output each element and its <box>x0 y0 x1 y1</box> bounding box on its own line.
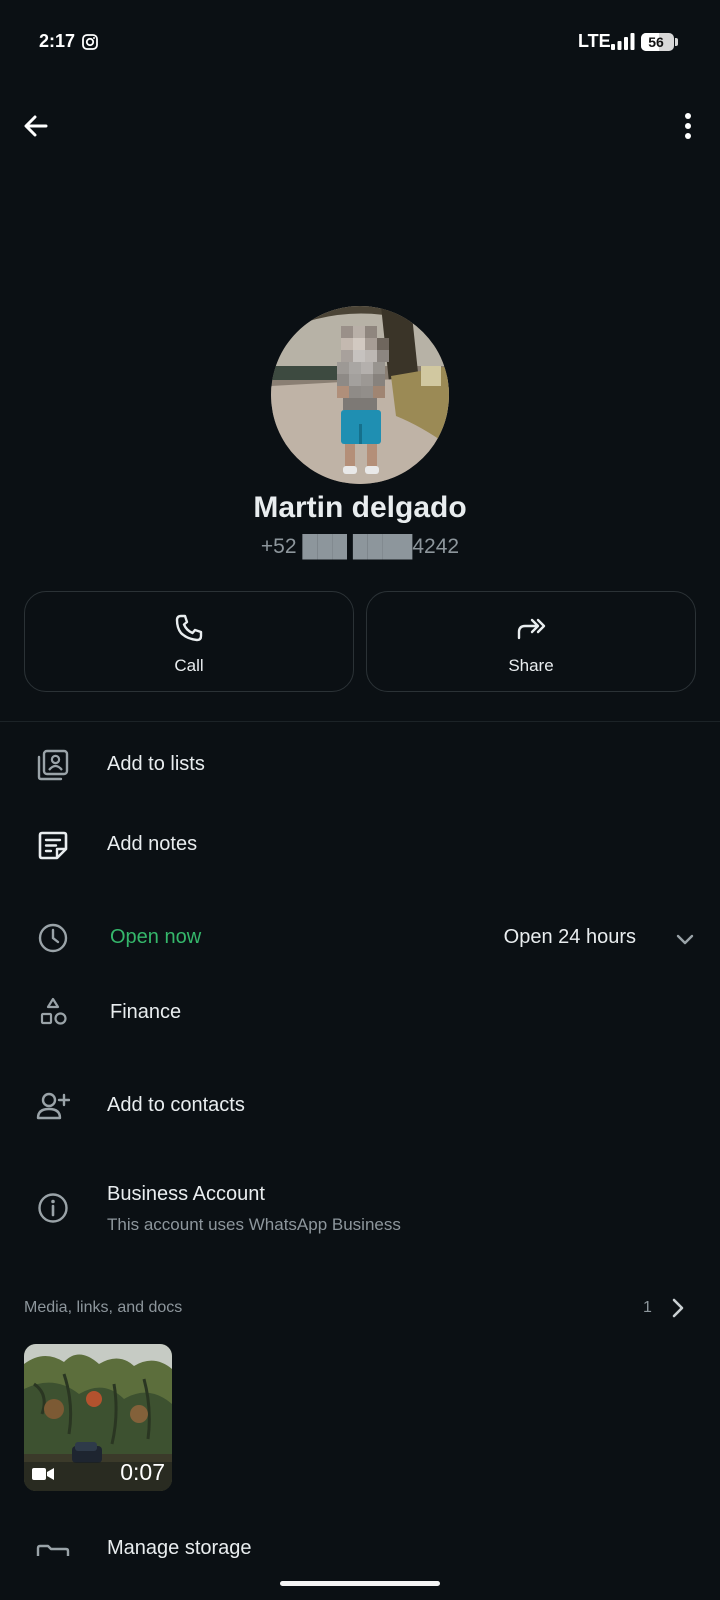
business-category-label: Finance <box>110 1001 182 1023</box>
battery-icon: 56 <box>641 33 674 51</box>
more-options-button[interactable] <box>666 104 710 148</box>
business-account-title: Business Account <box>107 1183 265 1205</box>
contact-name: Martin delgado <box>253 491 467 524</box>
add-notes-label: Add notes <box>107 833 198 855</box>
add-person-icon <box>36 1092 70 1120</box>
share-button[interactable]: Share <box>366 591 696 692</box>
share-forward-icon <box>517 618 546 640</box>
network-type: LTE <box>578 31 611 51</box>
media-section-title: Media, links, and docs <box>24 1299 183 1316</box>
call-button[interactable]: Call <box>24 591 354 692</box>
profile-photo[interactable] <box>271 306 449 484</box>
add-to-lists-label: Add to lists <box>107 753 205 775</box>
business-category-row: Finance <box>0 981 720 1043</box>
status-bar: 2:17 LTE 56 <box>0 0 720 86</box>
business-hours-value: Open 24 hours <box>503 926 636 948</box>
contact-list-icon <box>37 749 69 781</box>
arrow-left-icon <box>24 115 48 137</box>
clock-icon <box>38 923 68 953</box>
video-duration: 0:07 <box>120 1459 165 1485</box>
chevron-right-icon[interactable] <box>668 1297 688 1319</box>
battery-percent: 56 <box>648 34 664 50</box>
contact-phone: +52 ███ ████4242 <box>260 535 460 558</box>
open-status: Open now <box>110 926 202 948</box>
phone-icon <box>175 614 203 642</box>
gesture-navigation-bar[interactable] <box>280 1581 440 1586</box>
manage-storage-row[interactable]: Manage storage <box>0 1528 720 1568</box>
business-hours-row[interactable]: Open now Open 24 hours <box>0 906 720 970</box>
add-to-contacts-label: Add to contacts <box>107 1094 245 1116</box>
folder-icon <box>36 1544 70 1556</box>
chevron-down-icon[interactable] <box>673 927 697 951</box>
category-shapes-icon <box>40 997 67 1025</box>
notes-icon <box>38 831 68 860</box>
signal-strength-icon <box>611 33 635 50</box>
add-notes-row[interactable]: Add notes <box>0 814 720 876</box>
business-account-row[interactable]: Business Account This account uses Whats… <box>0 1168 720 1250</box>
business-account-subtitle: This account uses WhatsApp Business <box>107 1215 401 1234</box>
share-label: Share <box>508 656 554 675</box>
manage-storage-label: Manage storage <box>107 1537 252 1559</box>
profile-photo-image <box>271 306 449 484</box>
media-count[interactable]: 1 <box>643 1299 652 1317</box>
video-camera-icon <box>32 1468 54 1480</box>
instagram-notification-icon <box>82 34 98 50</box>
back-button[interactable] <box>14 104 58 148</box>
section-divider <box>0 721 720 722</box>
call-label: Call <box>174 656 204 675</box>
status-time: 2:17 <box>39 31 76 51</box>
add-to-contacts-row[interactable]: Add to contacts <box>0 1074 720 1138</box>
more-vertical-icon <box>685 113 691 139</box>
battery-tip <box>675 38 678 46</box>
add-to-lists-row[interactable]: Add to lists <box>0 734 720 796</box>
info-icon <box>38 1193 68 1223</box>
media-video-thumbnail[interactable]: 0:07 <box>24 1344 172 1491</box>
